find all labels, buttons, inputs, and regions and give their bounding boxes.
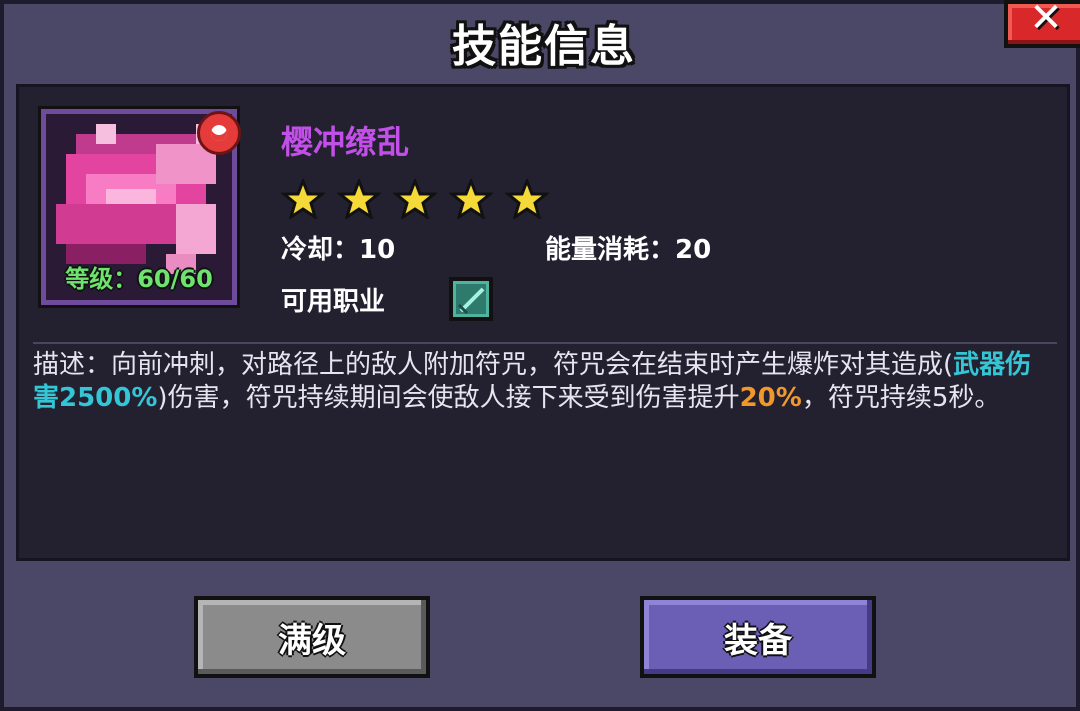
skill-info-dialog: 技能信息 ✕ 等级：60/60 樱冲缭乱 冷却：10 能量消耗：20 可用职业 …	[0, 0, 1080, 711]
class-label: 可用职业	[281, 287, 386, 317]
skill-stars	[281, 179, 549, 219]
star-icon	[393, 179, 437, 219]
star-icon	[337, 179, 381, 219]
star-icon	[505, 179, 549, 219]
description-text: )伤害，符咒持续期间会使敌人接下来受到伤害提升	[157, 383, 740, 413]
description-text: ，符咒持续5秒。	[801, 383, 1001, 413]
close-button[interactable]: ✕	[1004, 0, 1080, 48]
skill-detail-panel: 等级：60/60 樱冲缭乱 冷却：10 能量消耗：20 可用职业 描述：向前冲刺…	[16, 84, 1070, 561]
sword-class-icon	[449, 277, 493, 321]
skill-description: 描述：向前冲刺，对路径上的敌人附加符咒，符咒会在结束时产生爆炸对其造成(武器伤害…	[33, 349, 1033, 415]
star-icon	[449, 179, 493, 219]
equip-button[interactable]: 装备	[640, 596, 876, 678]
recommended-badge-icon	[197, 111, 241, 155]
skill-name: 樱冲缭乱	[281, 123, 410, 161]
skill-level: 等级：60/60	[65, 265, 213, 293]
description-text: 描述：向前冲刺，对路径上的敌人附加符咒，符咒会在结束时产生爆炸对其造成(	[33, 350, 954, 380]
energy-cost-stat: 能量消耗：20	[545, 235, 712, 265]
dialog-title: 技能信息	[452, 21, 636, 72]
cooldown-stat: 冷却：10	[281, 235, 396, 265]
star-icon	[281, 179, 325, 219]
max-level-button[interactable]: 满级	[194, 596, 430, 678]
close-icon: ✕	[1029, 0, 1063, 41]
bonus-highlight: 20%	[739, 383, 802, 413]
section-divider	[33, 342, 1057, 344]
